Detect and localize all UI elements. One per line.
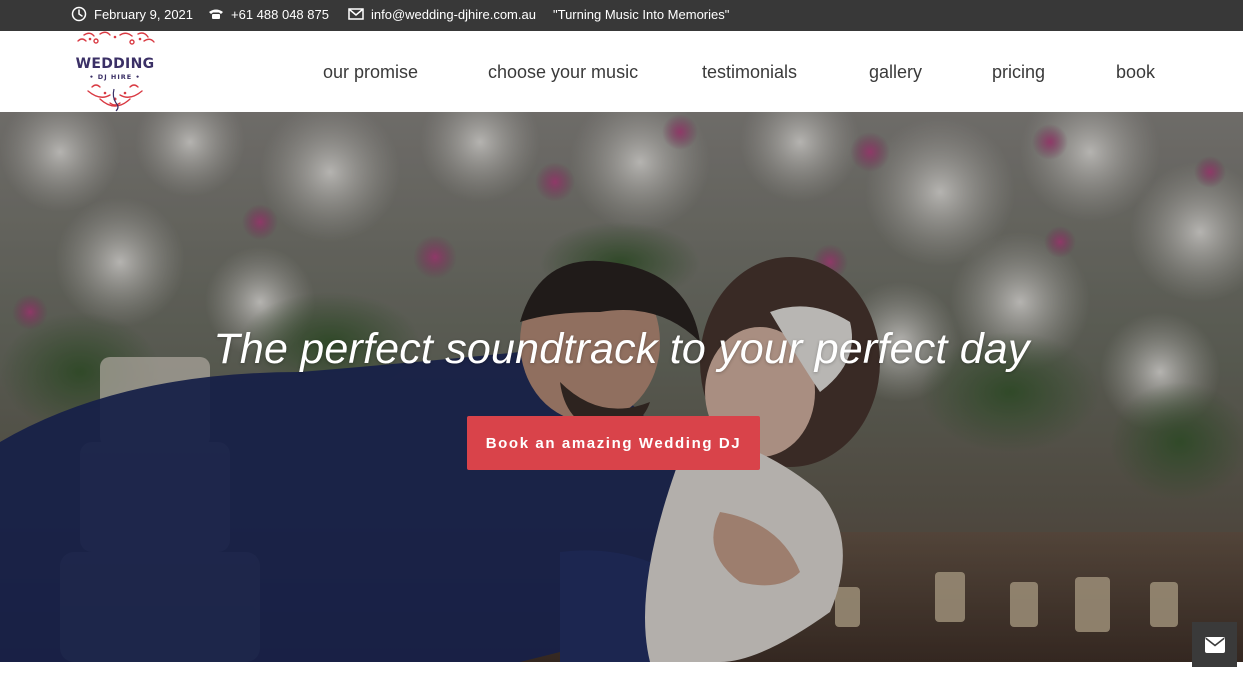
clock-icon	[70, 5, 88, 23]
tagline-text: "Turning Music Into Memories"	[553, 6, 730, 22]
logo-subtitle: • DJ HIRE •	[89, 73, 141, 81]
nav-our-promise[interactable]: our promise	[323, 62, 418, 83]
hero-section: The perfect soundtrack to your perfect d…	[0, 112, 1243, 662]
nav-gallery[interactable]: gallery	[869, 62, 922, 83]
nav-book[interactable]: book	[1116, 62, 1155, 83]
envelope-icon	[1204, 636, 1225, 653]
date-text: February 9, 2021	[94, 6, 194, 22]
site-header: WEDDING • DJ HIRE • our promise choose y…	[0, 31, 1243, 112]
phone-text[interactable]: +61 488 048 875	[231, 7, 329, 22]
nav-choose-your-music[interactable]: choose your music	[488, 62, 638, 83]
mail-icon	[347, 5, 365, 23]
hero-background-image	[0, 112, 1243, 662]
nav-testimonials[interactable]: testimonials	[702, 62, 797, 83]
email-link[interactable]: info@wedding-djhire.com.au	[371, 7, 536, 22]
tagline: "Turning Music Into Memories"	[553, 0, 729, 28]
logo-title: WEDDING	[75, 56, 155, 72]
book-wedding-dj-button[interactable]: Book an amazing Wedding DJ	[467, 416, 760, 470]
phone-icon	[207, 5, 225, 23]
hero-title: The perfect soundtrack to your perfect d…	[213, 325, 1030, 373]
email-info[interactable]: info@wedding-djhire.com.au	[347, 0, 536, 28]
phone-info[interactable]: +61 488 048 875	[207, 0, 329, 28]
page-bottom-strip	[0, 662, 1243, 680]
contact-widget-button[interactable]	[1192, 622, 1237, 667]
date-info: February 9, 2021	[70, 0, 193, 28]
site-logo[interactable]: WEDDING • DJ HIRE •	[70, 31, 160, 112]
top-bar: February 9, 2021 +61 488 048 875 info@we…	[0, 0, 1243, 31]
nav-pricing[interactable]: pricing	[992, 62, 1045, 83]
